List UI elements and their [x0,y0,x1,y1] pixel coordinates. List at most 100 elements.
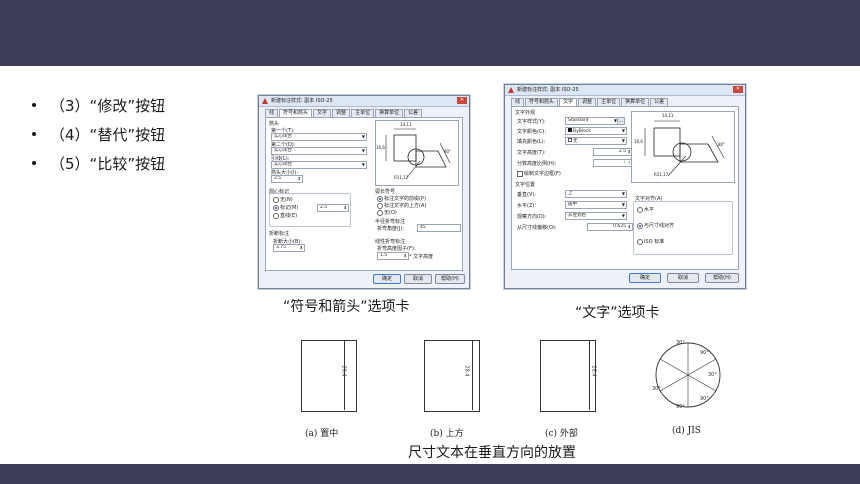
align-horizontal-radio[interactable] [637,207,643,213]
preview-dim-label: 80° [718,142,726,147]
arc-none-radio[interactable] [377,210,383,216]
fraction-scale-spinner[interactable]: 1 ⬍ [593,159,633,167]
bullet-item: （3）“修改”按钮 [32,96,165,125]
arc-prefix-radio[interactable] [377,196,383,202]
dialog-title: 新建标注样式: 副本 ISO-25 [517,87,579,93]
text-color-label: 文字颜色(C): [517,129,547,135]
example-label-centered: (a) 置中 [305,429,339,439]
align-dimline-radio[interactable] [637,223,643,229]
text-color-select[interactable]: ByBlock ▼ [565,127,627,135]
center-mark-line-radio[interactable] [273,213,279,219]
tab-tolerances[interactable]: 公差 [404,109,423,117]
spinner-arrows-icon: ⬍ [403,253,407,258]
fill-color-select[interactable]: 无 ▼ [565,137,627,145]
ok-button[interactable]: 确定 [629,273,661,283]
input-value: 45 [420,225,426,230]
arrow-size-spinner[interactable]: 2.5 ⬍ [271,175,303,183]
center-mark-mark-radio[interactable] [273,205,279,211]
tab-alternate-units[interactable]: 换算单位 [621,98,650,106]
break-size-spinner[interactable]: 3.75 ⬍ [273,244,305,252]
tab-alternate-units[interactable]: 换算单位 [375,109,404,117]
dimension-text: 28.4 [340,365,347,377]
jog-factor-spinner[interactable]: 1.5 ⬍ [377,252,409,260]
select-value: ByBlock [573,129,591,134]
help-button[interactable]: 帮助(H) [435,274,465,284]
view-direction-label: 观察方向(D): [517,214,547,220]
jis-angle-label: 30° [708,372,717,378]
help-button[interactable]: 帮助(H) [705,273,739,283]
jis-angle-label: 30° [652,386,661,392]
dimstyle-dialog-symbols: 新建标注样式: 副本 ISO-25 ✕ 线 符号和箭头 文字 调整 主单位 换算… [258,95,470,289]
example-label-outside: (c) 外部 [545,429,578,439]
dialog-title: 新建标注样式: 副本 ISO-25 [271,98,333,104]
close-icon[interactable]: ✕ [733,86,743,93]
preview-pane: 14,11 16,6 80° R11,17 [631,111,735,183]
tab-strip: 线 符号和箭头 文字 调整 主单位 换算单位 公差 [265,109,423,117]
view-direction-select[interactable]: 从左到右 ▼ [565,212,627,220]
break-label: 折断标注 [269,231,290,237]
center-mark-line-label: 直线(E) [280,213,298,219]
text-style-select[interactable]: Standard ▼ [565,117,619,125]
fraction-scale-label: 分数高度比例(H): [517,161,557,167]
chevron-down-icon: ▼ [621,138,625,143]
tab-fit[interactable]: 调整 [578,98,597,106]
arc-symbol-label: 弧长符号 [375,189,396,195]
jog-angle-input[interactable]: 45 [417,224,461,232]
ok-button[interactable]: 确定 [373,274,401,284]
text-appearance-label: 文字外观 [515,110,536,116]
spinner-value: 2.5 [320,205,328,210]
close-icon[interactable]: ✕ [457,97,467,104]
tab-fit[interactable]: 调整 [332,109,351,117]
tab-tolerances[interactable]: 公差 [650,98,669,106]
tab-primary-units[interactable]: 主单位 [351,109,375,117]
chevron-down-icon: ▼ [621,202,625,207]
tab-lines[interactable]: 线 [265,109,279,117]
center-mark-none-radio[interactable] [273,197,279,203]
leader-arrow-select[interactable]: 实心闭合 ▼ [271,161,367,169]
cancel-button[interactable]: 取消 [667,273,699,283]
jis-angle-label: 90° [700,350,709,356]
align-iso-radio[interactable] [637,239,643,245]
cancel-button[interactable]: 取消 [404,274,432,284]
top-banner [0,0,860,66]
tab-text[interactable]: 文字 [313,109,332,117]
text-height-spinner[interactable]: 2.5 ⬍ [593,148,633,156]
jis-angle-label: 90° [700,396,709,402]
dialog-titlebar: 新建标注样式: 副本 ISO-25 ✕ [505,85,745,96]
example-label-jis: (d) JIS [672,426,701,436]
text-style-label: 文字样式(Y): [517,119,546,125]
bottom-banner [0,464,860,484]
tab-symbols-arrows[interactable]: 符号和箭头 [279,109,313,117]
tab-text[interactable]: 文字 [559,98,578,106]
bullet-list: （3）“修改”按钮 （4）“替代”按钮 （5）“比较”按钮 [32,96,165,183]
first-arrow-select[interactable]: 实心闭合 ▼ [271,133,367,141]
draw-frame-checkbox[interactable] [517,171,523,177]
center-mark-size-spinner[interactable]: 2.5 ⬍ [317,204,349,212]
caption-symbols-tab: “符号和箭头”选项卡 [283,299,410,315]
select-value: 从左到右 [568,213,586,218]
center-mark-none-label: 无(N) [280,197,293,203]
group-arrows-label: 箭头 [269,121,280,127]
horizontal-select[interactable]: 居中 ▼ [565,201,627,209]
draw-frame-label: 绘制文字边框(F) [524,171,561,177]
second-arrow-select[interactable]: 实心闭合 ▼ [271,147,367,155]
align-iso-label: ISO 标准 [644,239,665,245]
tab-strip: 线 符号和箭头 文字 调整 主单位 换算单位 公差 [511,98,669,106]
preview-dim-label: 14,11 [400,122,412,127]
text-placement-label: 文字位置 [515,182,536,188]
example-label-above: (b) 上方 [430,429,464,439]
text-style-browse-button[interactable]: … [617,117,625,125]
tab-primary-units[interactable]: 主单位 [597,98,621,106]
vertical-select[interactable]: 上 ▼ [565,190,627,198]
offset-spinner[interactable]: 0.625 ⬍ [587,223,633,231]
autocad-logo-icon [262,98,268,104]
tab-symbols-arrows[interactable]: 符号和箭头 [525,98,559,106]
preview-dim-label: R11,17 [394,175,409,180]
spinner-value: 0.625 [613,224,626,229]
tab-lines[interactable]: 线 [511,98,525,106]
dimension-text: 28.4 [463,365,470,377]
jog-linear-label: 线性折弯标注 [375,239,406,245]
arc-above-radio[interactable] [377,203,383,209]
text-height-label: 文字高度(T): [517,150,546,156]
vertical-label: 垂直(V): [517,192,537,198]
